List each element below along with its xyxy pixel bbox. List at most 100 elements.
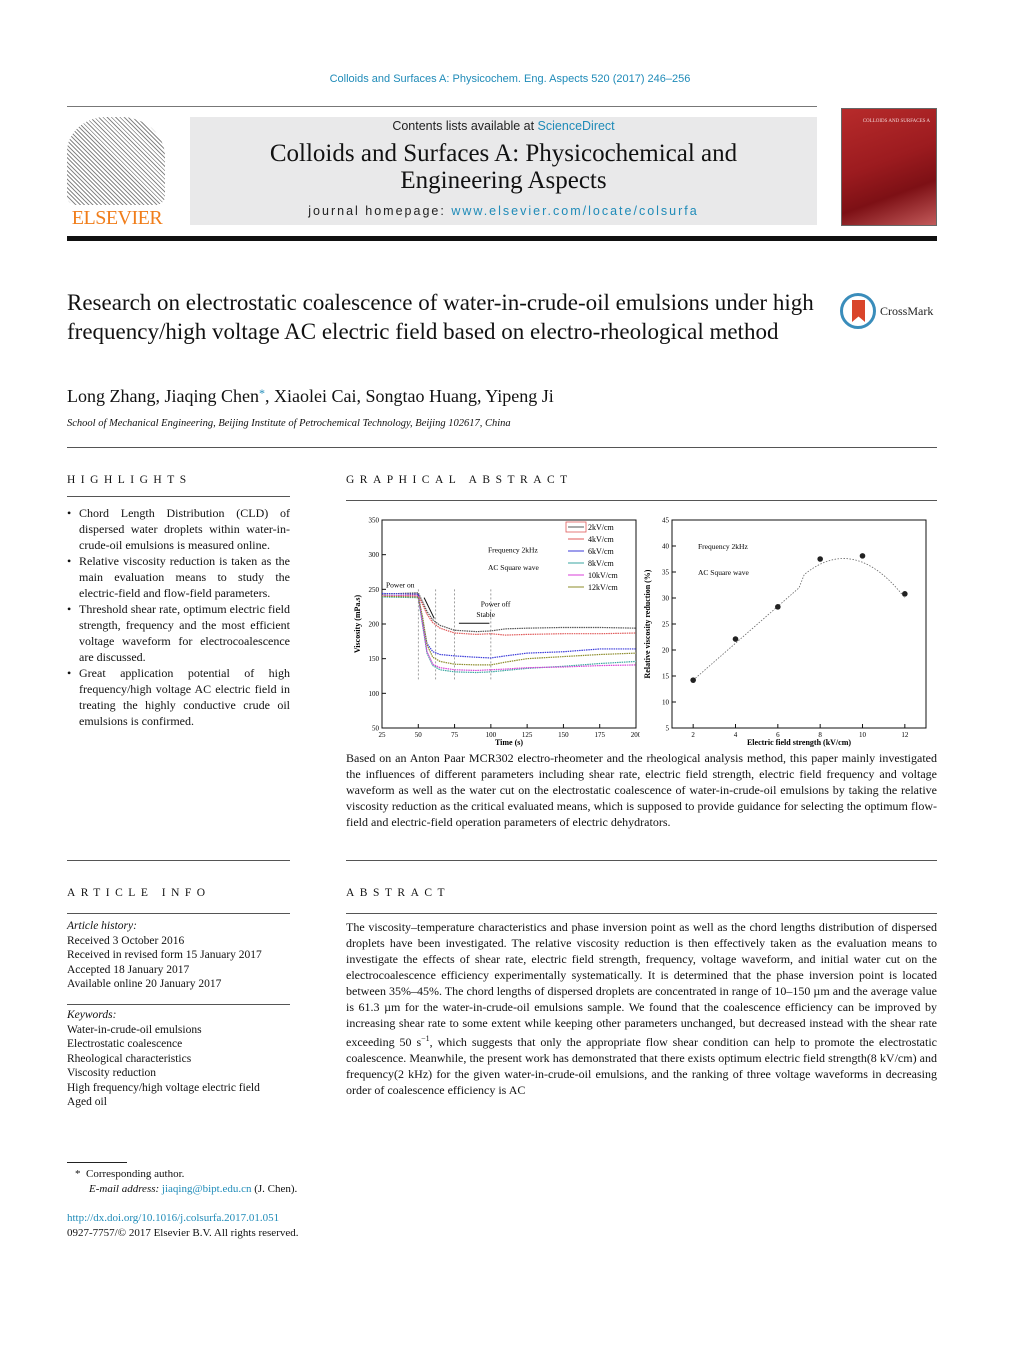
viscosity-time-chart: 25 50 75 100 125 150 175 2005010015020025030035…	[353, 517, 640, 748]
abstract-text: The viscosity–temperature characteristic…	[346, 920, 938, 1097]
legend-label: 2kV/cm	[588, 523, 615, 532]
copyright: 0927-7757/© 2017 Elsevier B.V. All right…	[67, 1227, 299, 1239]
y-tick-label: 200	[369, 621, 380, 629]
header-rule	[67, 106, 817, 107]
data-point	[859, 553, 866, 559]
y-axis-label: Viscosity (mPa.s)	[353, 594, 362, 653]
affiliation: School of Mechanical Engineering, Beijin…	[67, 418, 511, 429]
data-point	[690, 677, 696, 683]
highlight-item: Chord Length Distribution (CLD) of dispe…	[67, 505, 290, 553]
viscosity-reduction-chart: 2 4 6 8 10 1251015202530354045Electric field …	[643, 517, 927, 747]
history-item: Received 3 October 2016	[67, 934, 185, 947]
highlights-rule	[67, 496, 290, 497]
homepage-line: journal homepage: www.elsevier.com/locat…	[308, 204, 699, 218]
y-tick-label: 10	[662, 699, 670, 707]
journal-cover-image[interactable]: COLLOIDS AND SURFACES A	[841, 108, 937, 226]
y-tick-label: 15	[662, 673, 670, 681]
highlight-item: Threshold shear rate, optimum electric f…	[67, 601, 290, 665]
x-tick-label: 25	[379, 731, 387, 739]
keywords-list: Keywords: Water-in-crude-oil emulsions E…	[67, 1008, 297, 1110]
data-point	[902, 591, 908, 597]
elsevier-wordmark: ELSEVIER	[71, 207, 163, 229]
graphical-abstract-end-rule	[346, 860, 937, 861]
annotation-power-on: Power on	[386, 580, 415, 589]
graphical-abstract-heading: GRAPHICAL ABSTRACT	[346, 474, 573, 486]
x-tick-label: 50	[415, 731, 423, 739]
y-tick-label: 30	[662, 595, 670, 603]
x-axis-label: Time (s)	[495, 738, 523, 747]
legend-label: 8kV/cm	[588, 559, 615, 568]
annotation-frequency: Frequency 2kHz	[488, 546, 538, 555]
history-item: Available online 20 January 2017	[67, 978, 222, 990]
y-tick-label: 40	[662, 543, 670, 551]
y-tick-label: 350	[369, 517, 380, 525]
x-tick-label: 175	[594, 731, 605, 739]
section-divider	[67, 447, 937, 448]
journal-title: Colloids and Surfaces A: Physicochemical…	[269, 140, 738, 194]
x-tick-label: 4	[734, 731, 738, 739]
corresponding-author-footnote: * Corresponding author. E-mail address: …	[75, 1168, 298, 1195]
keyword-item: Electrostatic coalescence	[67, 1038, 183, 1050]
data-point	[732, 636, 739, 642]
keyword-item: Viscosity reduction	[67, 1067, 157, 1079]
y-tick-label: 150	[369, 655, 380, 663]
history-item: Received in revised form 15 January 2017	[67, 949, 262, 961]
x-tick-label: 125	[522, 731, 533, 739]
keyword-item: Rheological characteristics	[67, 1052, 192, 1065]
x-tick-label: 10	[859, 731, 867, 739]
homepage-link[interactable]: www.elsevier.com/locate/colsurfa	[451, 204, 698, 218]
history-item: Accepted 18 January 2017	[67, 963, 190, 976]
crossmark-icon	[840, 293, 876, 329]
elsevier-logo[interactable]: ELSEVIER	[67, 117, 167, 229]
article-info-rule	[67, 913, 290, 914]
y-tick-label: 45	[662, 517, 670, 525]
y-tick-label: 300	[369, 551, 380, 559]
highlight-item: Relative viscosity reduction is taken as…	[67, 553, 290, 601]
contents-line: Contents lists available at ScienceDirec…	[392, 119, 615, 133]
abstract-rule	[346, 913, 937, 914]
annotation-waveform: AC Square wave	[488, 563, 539, 572]
footnote-rule	[67, 1162, 127, 1163]
elsevier-tree-icon	[67, 117, 165, 205]
doi-link[interactable]: http://dx.doi.org/10.1016/j.colsurfa.201…	[67, 1211, 299, 1226]
highlights-end-rule	[67, 860, 290, 861]
author-list: Long Zhang, Jiaqing Chen*, Xiaolei Cai, …	[67, 386, 554, 406]
data-point	[817, 556, 823, 562]
keyword-item: High frequency/high voltage electric fie…	[67, 1081, 260, 1094]
author-email-link[interactable]: jiaqing@bipt.edu.cn	[162, 1183, 252, 1195]
keywords-rule	[67, 1004, 290, 1005]
x-tick-label: 150	[558, 731, 569, 739]
journal-masthead: Contents lists available at ScienceDirec…	[190, 117, 817, 225]
highlights-list: Chord Length Distribution (CLD) of dispe…	[67, 505, 290, 729]
x-axis-label: Electric field strength (kV/cm)	[747, 738, 851, 747]
legend-label: 6kV/cm	[588, 547, 615, 556]
article-info-heading: ARTICLE INFO	[67, 887, 211, 899]
y-tick-label: 250	[369, 586, 380, 594]
keyword-item: Water-in-crude-oil emulsions	[67, 1023, 202, 1036]
x-tick-label: 2	[691, 731, 695, 739]
y-tick-label: 25	[662, 621, 670, 629]
masthead-divider	[67, 236, 937, 241]
annotation-power-off: Power off	[481, 600, 511, 609]
y-tick-label: 100	[369, 690, 380, 698]
highlights-heading: HIGHLIGHTS	[67, 474, 192, 486]
highlight-item: Great application potential of high freq…	[67, 665, 290, 729]
legend-label: 4kV/cm	[588, 535, 615, 544]
article-footer: http://dx.doi.org/10.1016/j.colsurfa.201…	[67, 1211, 299, 1241]
data-point	[775, 604, 781, 610]
y-tick-label: 35	[662, 569, 670, 577]
journal-reference[interactable]: Colloids and Surfaces A: Physicochem. En…	[0, 73, 1020, 85]
keyword-item: Aged oil	[67, 1096, 107, 1108]
crossmark-button[interactable]: CrossMark	[840, 291, 940, 331]
annotation-waveform: AC Square wave	[698, 568, 749, 577]
y-axis-label: Relative viscosity reduction (%)	[643, 569, 652, 678]
y-tick-label: 20	[662, 647, 670, 655]
y-tick-label: 5	[666, 725, 670, 733]
legend-label: 12kV/cm	[588, 583, 619, 592]
abstract-heading: ABSTRACT	[346, 887, 451, 899]
sciencedirect-link[interactable]: ScienceDirect	[538, 119, 615, 133]
plot-frame	[671, 519, 927, 729]
graphical-abstract-rule	[346, 500, 937, 501]
y-tick-label: 50	[372, 725, 380, 733]
article-title: Research on electrostatic coalescence of…	[67, 290, 814, 344]
